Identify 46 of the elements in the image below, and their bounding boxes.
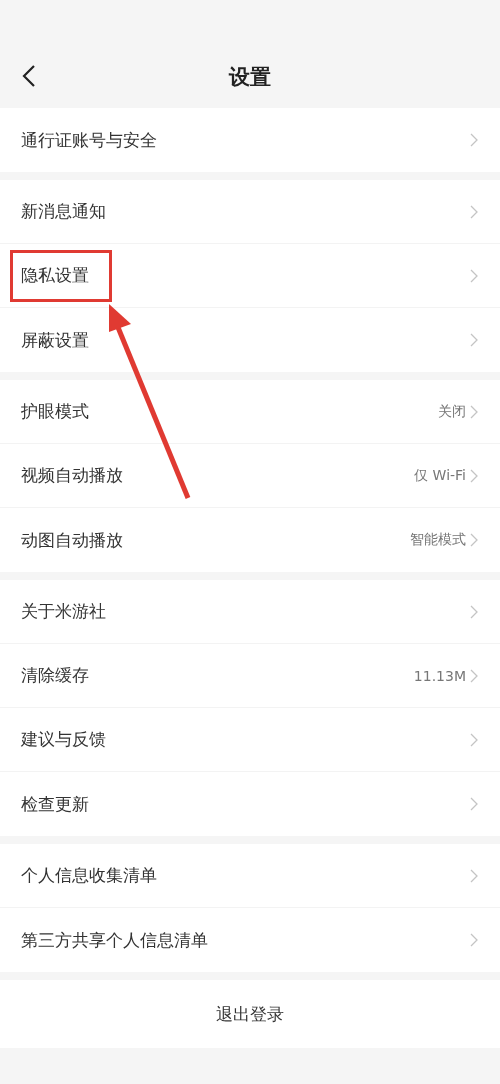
row-label: 检查更新 [21,793,89,814]
settings-row[interactable]: 关于米游社 [0,580,500,644]
settings-row[interactable]: 新消息通知 [0,180,500,244]
settings-row[interactable]: 动图自动播放 智能模式 [0,508,500,572]
settings-row[interactable]: 清除缓存 11.13M [0,644,500,708]
chevron-icon [470,268,478,283]
logout-button[interactable]: 退出登录 [208,998,292,1030]
row-label: 第三方共享个人信息清单 [21,929,208,950]
row-value: 仅 Wi-Fi [414,466,466,485]
settings-row[interactable]: 视频自动播放 仅 Wi-Fi [0,444,500,508]
settings-row[interactable]: 护眼模式 关闭 [0,380,500,444]
row-value: 关闭 [438,402,466,421]
settings-row[interactable]: 隐私设置 [0,244,500,308]
chevron-icon [470,133,478,147]
row-label: 隐私设置 [21,265,89,285]
row-label: 通行证账号与安全 [21,129,157,150]
back-icon[interactable] [22,64,36,88]
settings-row[interactable]: 检查更新 [0,772,500,836]
chevron-icon [470,732,478,747]
chevron-icon [470,533,478,547]
row-label: 护眼模式 [21,401,89,421]
settings-row[interactable]: 屏蔽设置 [0,308,500,372]
row-label: 个人信息收集清单 [21,865,157,885]
settings-row[interactable]: 第三方共享个人信息清单 [0,908,500,972]
chevron-icon [470,468,478,483]
chevron-icon [470,933,478,947]
settings-row[interactable]: 个人信息收集清单 [0,844,500,908]
chevron-icon [470,404,478,419]
row-label: 视频自动播放 [21,465,123,485]
chevron-icon [470,668,478,683]
chevron-icon [470,204,478,219]
row-value: 11.13M [413,667,466,684]
page-title: 设置 [229,64,271,91]
settings-row[interactable]: 通行证账号与安全 [0,108,500,172]
row-label: 屏蔽设置 [21,329,89,350]
chevron-icon [470,333,478,347]
settings-row[interactable]: 建议与反馈 [0,708,500,772]
row-label: 动图自动播放 [21,529,123,550]
chevron-icon [470,797,478,811]
row-value: 智能模式 [410,531,466,549]
row-label: 建议与反馈 [21,729,106,749]
row-label: 清除缓存 [21,665,89,685]
chevron-icon [470,604,478,619]
chevron-icon [470,868,478,883]
row-label: 新消息通知 [21,201,106,221]
row-label: 关于米游社 [21,601,106,621]
